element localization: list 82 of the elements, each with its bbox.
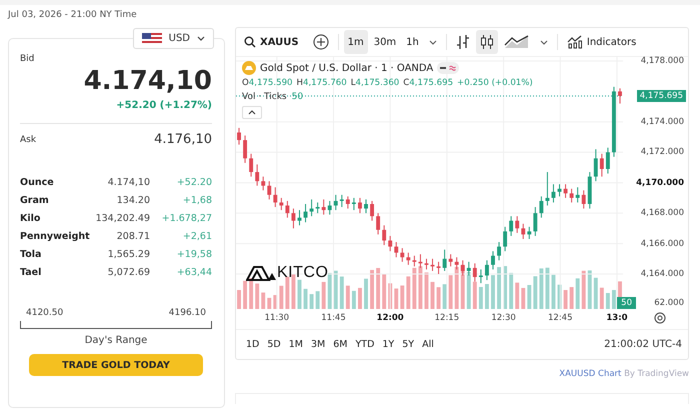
- range-button[interactable]: YTD: [351, 339, 378, 350]
- candlestick-icon[interactable]: [476, 30, 498, 54]
- range-button[interactable]: 1M: [284, 339, 307, 350]
- unit-price: 134,202.49: [96, 212, 150, 226]
- y-axis-label: 4,178.000: [640, 56, 684, 66]
- chart-credit: XAUUSD Chart By TradingView: [559, 369, 689, 379]
- indicators-button[interactable]: Indicators: [562, 30, 640, 54]
- range-button[interactable]: All: [418, 339, 438, 350]
- indicators-icon: [566, 35, 583, 49]
- y-axis-label: 4,170.000: [636, 178, 684, 188]
- ohlc-value: C4,175.695: [403, 78, 454, 88]
- interval-tab[interactable]: 1h: [402, 30, 423, 54]
- volume-value: 50: [292, 92, 304, 102]
- unit-change: +2,61: [182, 230, 212, 244]
- x-axis-label: 12:00: [376, 313, 404, 323]
- x-axis-label: 12:15: [434, 313, 460, 323]
- kitco-logo: KITCO: [277, 264, 328, 282]
- y-axis-label: 4,166.000: [640, 238, 684, 249]
- kitco-logo-icon: [246, 265, 276, 281]
- range-label: Day's Range: [84, 335, 148, 346]
- currency-dropdown[interactable]: USD: [132, 28, 214, 49]
- interval-tab[interactable]: 1m: [344, 30, 368, 54]
- unit-price: 4.174,10: [106, 176, 150, 190]
- y-axis-label: 4,168.000: [640, 208, 684, 218]
- volume-label: Vol · Ticks: [242, 92, 287, 102]
- range-button[interactable]: 1Y: [378, 339, 398, 350]
- y-axis-label: 4,174.000: [640, 116, 684, 127]
- x-axis-label: 11:45: [321, 313, 346, 323]
- chevron-down-icon: [197, 36, 205, 41]
- unit-price: 1,565.29: [106, 248, 150, 262]
- symbol-search[interactable]: XAUUS: [240, 30, 303, 54]
- unit-change: +19,58: [176, 248, 212, 262]
- range-button[interactable]: 3M: [306, 339, 330, 350]
- us-flag-icon: [142, 32, 162, 44]
- unit-change: +1.678,27: [160, 212, 212, 226]
- unit-price: 134.20: [116, 194, 150, 208]
- unit-price: 208.71: [116, 230, 150, 244]
- unit-name: Tael: [20, 266, 42, 280]
- search-icon: [244, 36, 256, 48]
- x-axis-label: 11:30: [264, 313, 290, 323]
- range-button[interactable]: 6M: [329, 339, 352, 350]
- unit-name: Ounce: [20, 176, 55, 190]
- unit-change: +52.20: [176, 176, 212, 190]
- bid-price: 4.174,10: [84, 66, 212, 96]
- interval-tab[interactable]: 30m: [370, 30, 400, 54]
- coin-icon: [242, 61, 256, 75]
- unit-name: Kilo: [20, 212, 42, 226]
- chart-title: Gold Spot / U.S. Dollar · 1 · OANDA: [260, 62, 434, 74]
- settings-icon[interactable]: [654, 312, 666, 324]
- chart-link[interactable]: XAUUSD Chart: [559, 369, 622, 379]
- range-button[interactable]: 5D: [263, 339, 285, 350]
- range-button[interactable]: 1D: [242, 339, 264, 350]
- trade-button[interactable]: TRADE GOLD TODAY: [29, 354, 203, 376]
- unit-name: Tola: [20, 248, 42, 262]
- unit-change: +63,44: [176, 266, 212, 280]
- price-delta: +0.250 (+0.01%): [457, 78, 533, 88]
- bid-label: Bid: [20, 54, 36, 64]
- chart-clock: 21:00:02 UTC-4: [604, 339, 683, 350]
- unit-name: Pennyweight: [20, 230, 91, 244]
- timestamp: Jul 03, 2026 - 21:00 NY Time: [6, 9, 138, 22]
- ohlc-value: O4,175.590: [242, 78, 293, 88]
- ohlc-value: H4,175.760: [296, 78, 347, 88]
- unit-change: +1,68: [182, 194, 212, 208]
- unit-price: 5,072.69: [106, 266, 150, 280]
- collapse-button[interactable]: [242, 106, 262, 119]
- ask-price: 4.176,10: [154, 132, 212, 147]
- x-axis-label: 13:0: [606, 313, 628, 323]
- y-axis-label: 4,172.000: [640, 147, 684, 158]
- price-tag: 4,175.695: [636, 90, 686, 102]
- volume-tag: 50: [617, 297, 636, 309]
- chevron-up-icon: [248, 110, 256, 115]
- y-axis-label: 62.000: [654, 298, 684, 308]
- range-button[interactable]: 5Y: [398, 339, 418, 350]
- y-axis-label: 4,164.000: [640, 269, 684, 279]
- x-axis-label: 12:45: [548, 313, 572, 323]
- unit-name: Gram: [20, 194, 50, 208]
- ohlc-value: L4,175.360: [350, 78, 400, 88]
- range-high: 4196.10: [168, 308, 206, 318]
- ask-label: Ask: [20, 134, 36, 144]
- price-change: +52.20 (+1.27%): [116, 100, 212, 111]
- range-low: 4120.50: [26, 308, 64, 318]
- x-axis-label: 12:30: [491, 313, 516, 323]
